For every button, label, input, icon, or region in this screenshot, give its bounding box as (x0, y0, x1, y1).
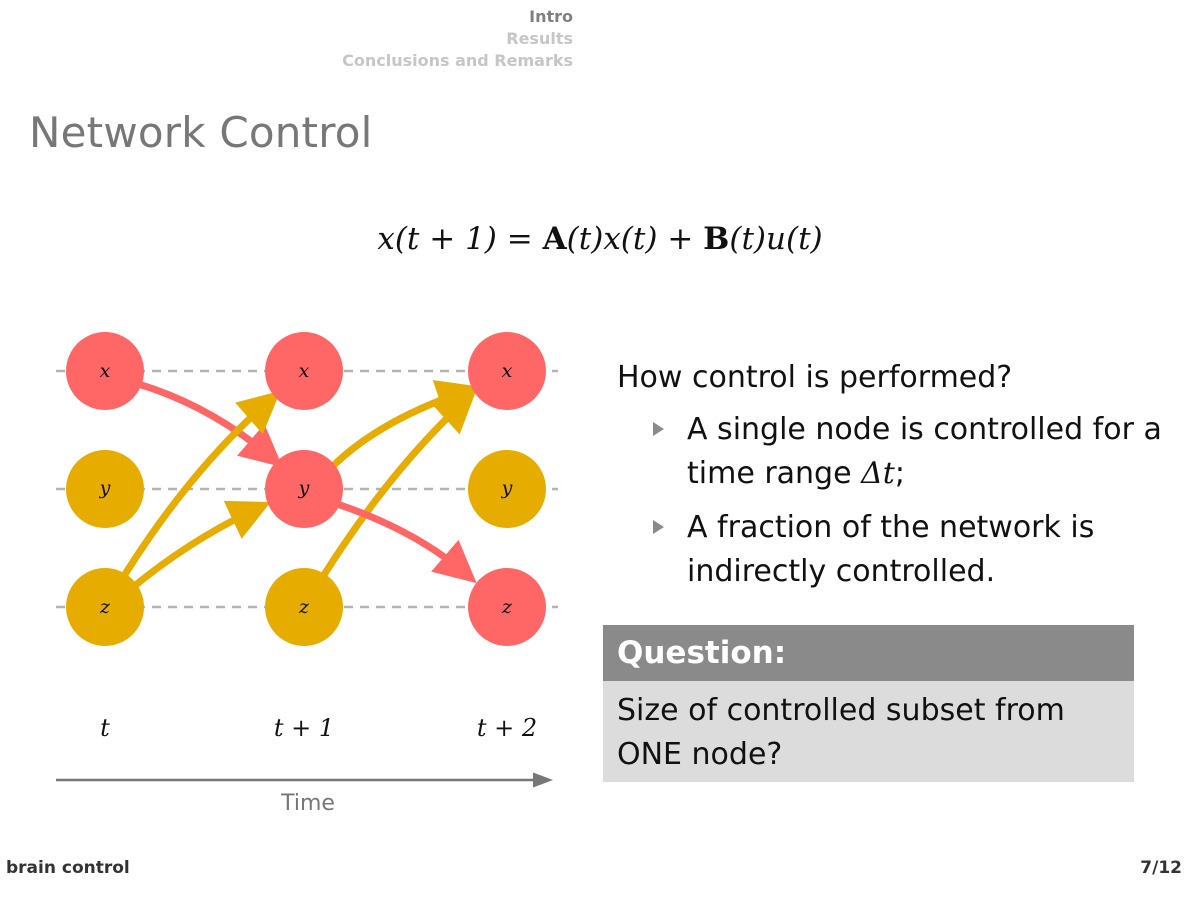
bullet1-text: A single node is controlled for a time r… (687, 412, 1162, 491)
bullet-list: A single node is controlled for a time r… (617, 408, 1200, 594)
bullet1-math: Δt (861, 456, 895, 491)
node-column-t2: x y z (468, 332, 546, 646)
question-block-body: Size of controlled subset from ONE node? (603, 681, 1134, 782)
equation-term2: (t)u(t) (729, 221, 823, 257)
bullet1-end: ; (894, 456, 905, 491)
explanation-text: How control is performed? A single node … (617, 356, 1200, 604)
page-number: 7/12 (1140, 858, 1182, 878)
node-y-t-label: y (99, 477, 111, 499)
node-y-t2-label: y (501, 477, 513, 499)
equation-matrix-b: B (703, 221, 730, 257)
time-axis-label: Time (280, 791, 335, 816)
footer-title: brain control (6, 858, 130, 878)
question-lead: How control is performed? (617, 360, 1013, 395)
bullet2-text: A fraction of the network is indirectly … (687, 510, 1095, 589)
edge-yt1-to-xt2 (330, 380, 480, 469)
edge-zt-to-yt1 (129, 500, 271, 591)
node-column-t: x y z (66, 332, 144, 646)
network-diagram: x y z x y z x y z t t + 1 t + 2 Time (56, 332, 558, 816)
bullet-triangle-icon (653, 422, 664, 436)
bullet-item-single-node: A single node is controlled for a time r… (617, 408, 1200, 496)
question-block: Question: Size of controlled subset from… (603, 625, 1134, 782)
node-x-t-label: x (100, 360, 111, 382)
bullet-triangle-icon (653, 520, 664, 534)
bullet-item-fraction: A fraction of the network is indirectly … (617, 506, 1200, 594)
time-label-t1: t + 1 (274, 714, 334, 742)
time-label-t2: t + 2 (477, 714, 537, 742)
node-x-t2-label: x (502, 360, 513, 382)
node-y-t1-label: y (298, 477, 310, 499)
node-x-t1-label: x (299, 360, 310, 382)
edge-yt1-to-zt2 (335, 500, 477, 584)
node-column-t1: x y z (265, 332, 343, 646)
node-z-t2-label: z (501, 596, 513, 618)
node-z-t-label: z (99, 596, 111, 618)
question-block-title: Question: (603, 625, 1134, 681)
time-label-t: t (100, 714, 110, 742)
node-z-t1-label: z (298, 596, 310, 618)
equation-plus: + (667, 221, 694, 257)
